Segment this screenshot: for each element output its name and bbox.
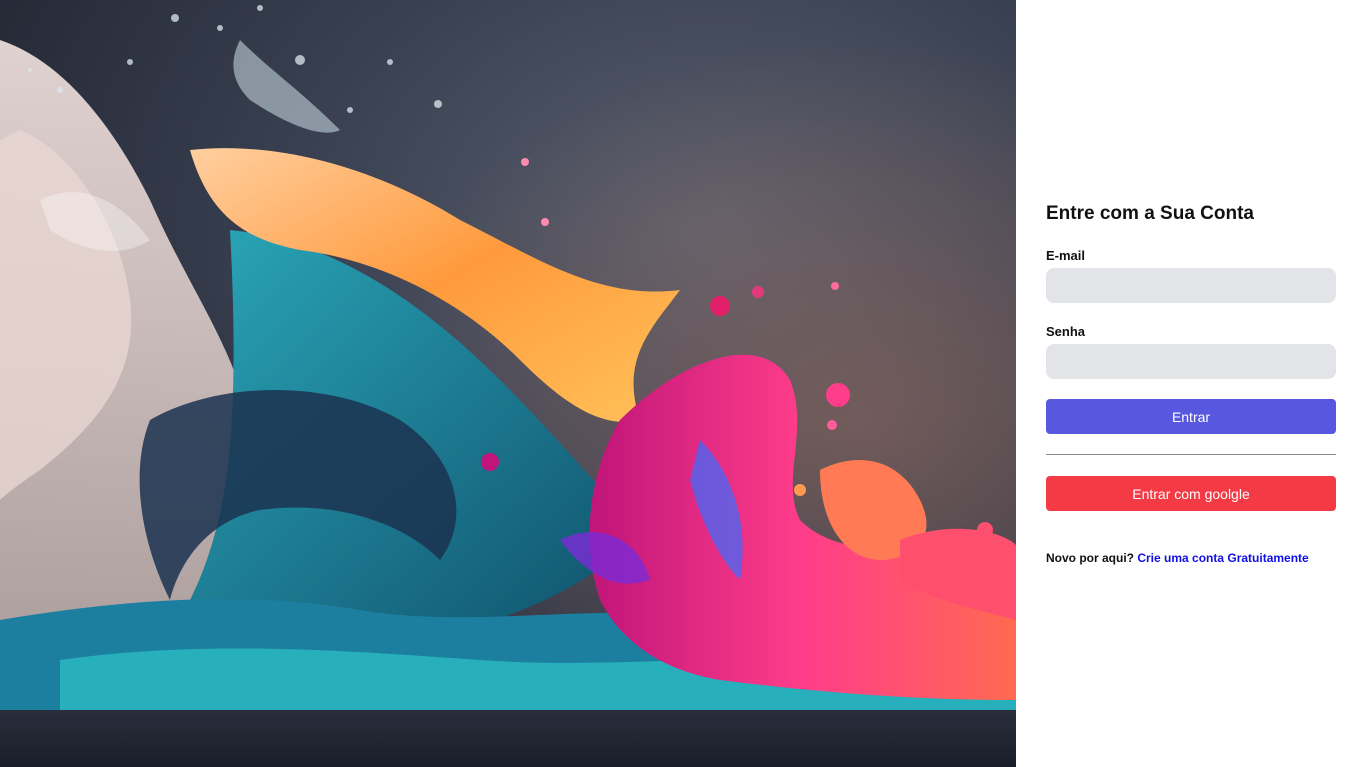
login-button[interactable]: Entrar: [1046, 399, 1336, 434]
hero-image: [0, 0, 1016, 767]
google-login-button[interactable]: Entrar com goolgle: [1046, 476, 1336, 511]
signup-prompt-text: Novo por aqui?: [1046, 551, 1138, 565]
signup-link[interactable]: Crie uma conta Gratuitamente: [1137, 551, 1308, 565]
login-page: Entre com a Sua Conta E-mail Senha Entra…: [0, 0, 1366, 767]
password-label: Senha: [1046, 324, 1086, 339]
email-field[interactable]: [1046, 268, 1336, 303]
login-title: Entre com a Sua Conta: [1046, 203, 1254, 224]
signup-prompt: Novo por aqui? Crie uma conta Gratuitame…: [1046, 551, 1309, 565]
email-label: E-mail: [1046, 248, 1086, 263]
password-field[interactable]: [1046, 344, 1336, 379]
paint-splash-image: [0, 0, 1016, 767]
login-panel: Entre com a Sua Conta E-mail Senha Entra…: [1016, 0, 1366, 767]
divider: [1046, 454, 1336, 455]
